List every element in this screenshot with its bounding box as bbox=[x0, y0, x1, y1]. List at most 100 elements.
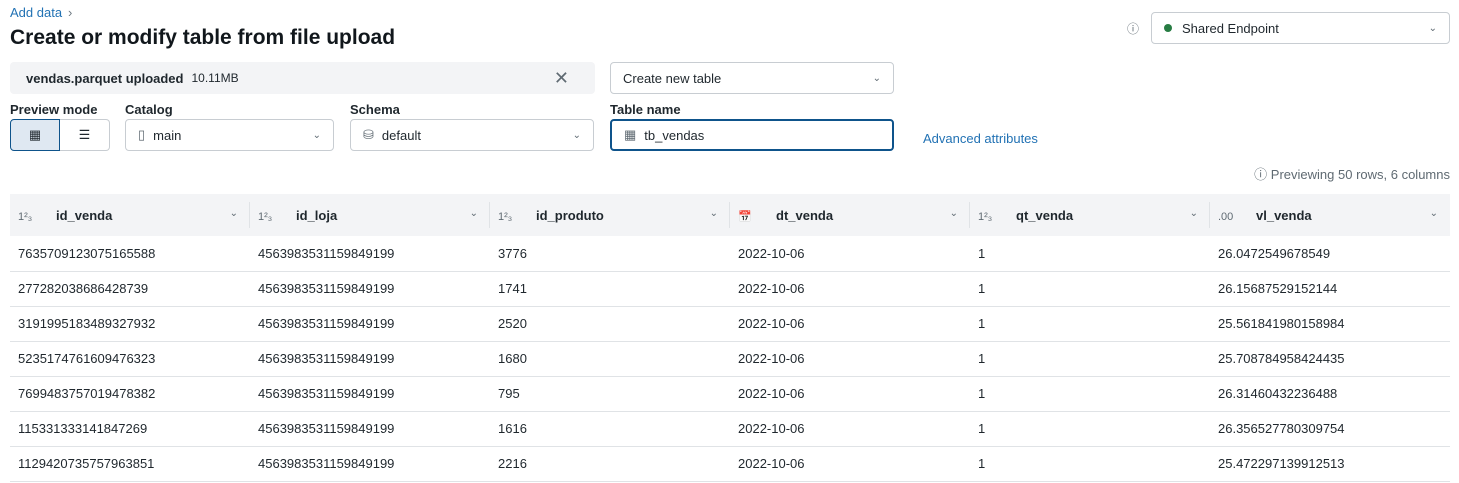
table-cell: 4563983531159849199 bbox=[250, 446, 490, 482]
table-cell: 2022-10-06 bbox=[730, 271, 970, 307]
table-row: 115331333141847269 4563983531159849199 161… bbox=[10, 411, 1450, 447]
table-cell: 5235174761609476323 bbox=[10, 341, 250, 377]
column-name: vl_venda bbox=[1256, 207, 1312, 223]
status-dot bbox=[1164, 24, 1172, 32]
table-cell: 2216 bbox=[490, 446, 730, 482]
chevron-down-icon[interactable]: ⌄ bbox=[950, 208, 958, 219]
chevron-down-icon[interactable]: ⌄ bbox=[710, 208, 718, 219]
table-cell: 1 bbox=[970, 446, 1210, 482]
chevron-down-icon: ⌄ bbox=[1428, 22, 1437, 34]
endpoint-label: Shared Endpoint bbox=[1182, 20, 1279, 36]
table-cell: 795 bbox=[490, 376, 730, 412]
table-cell: 1 bbox=[970, 236, 1210, 272]
table-cell: 2520 bbox=[490, 306, 730, 342]
page-title: Create or modify table from file upload bbox=[10, 26, 396, 49]
column-header-id_loja[interactable]: 1²₃ id_loja ⌄ bbox=[250, 194, 490, 236]
table-cell: 7635709123075165588 bbox=[10, 236, 250, 272]
info-icon: ⓘ bbox=[1254, 167, 1271, 182]
breadcrumb: Add data › bbox=[10, 5, 72, 20]
chevron-down-icon[interactable]: ⌄ bbox=[1430, 208, 1438, 219]
table-cell: 2022-10-06 bbox=[730, 446, 970, 482]
preview-mode-toggle: ▦ ☰ bbox=[10, 119, 110, 151]
type-icon: 1²₃ bbox=[498, 210, 513, 223]
table-cell: 3191995183489327932 bbox=[10, 306, 250, 342]
table-cell: 2022-10-06 bbox=[730, 341, 970, 377]
type-icon: 1²₃ bbox=[18, 210, 33, 223]
chevron-down-icon: ⌄ bbox=[312, 129, 321, 141]
catalog-icon: ▯ bbox=[138, 127, 146, 142]
table-cell: 2022-10-06 bbox=[730, 411, 970, 447]
column-header-id_venda[interactable]: 1²₃ id_venda ⌄ bbox=[10, 194, 250, 236]
schema-label: Schema bbox=[350, 102, 400, 117]
column-header-dt_venda[interactable]: 📅 dt_venda ⌄ bbox=[730, 194, 970, 236]
table-row: 277282038686428739 4563983531159849199 174… bbox=[10, 271, 1450, 307]
table-view-button[interactable]: ▦ bbox=[10, 119, 60, 151]
type-icon: 1²₃ bbox=[258, 210, 273, 223]
upload-size: 10.11MB bbox=[191, 71, 239, 85]
catalog-label: Catalog bbox=[125, 102, 173, 117]
table-cell: 25.561841980158984 bbox=[1210, 306, 1450, 342]
table-row: 5235174761609476323 4563983531159849199 16… bbox=[10, 341, 1450, 377]
catalog-value: main bbox=[153, 127, 182, 143]
chevron-down-icon: ⌄ bbox=[572, 129, 581, 141]
table-row: 7699483757019478382 4563983531159849199 79… bbox=[10, 376, 1450, 412]
table-row: 7635709123075165588 4563983531159849199 37… bbox=[10, 236, 1450, 272]
table-icon: ▦ bbox=[28, 127, 42, 142]
table-cell: 4563983531159849199 bbox=[250, 236, 490, 272]
type-icon: .00 bbox=[1218, 210, 1234, 223]
table-cell: 1 bbox=[970, 411, 1210, 447]
column-name: id_venda bbox=[56, 207, 113, 223]
table-cell: 25.472297139912513 bbox=[1210, 446, 1450, 482]
chevron-down-icon[interactable]: ⌄ bbox=[470, 208, 478, 219]
table-cell: 1616 bbox=[490, 411, 730, 447]
table-cell: 1 bbox=[970, 306, 1210, 342]
mode-select-value: Create new table bbox=[623, 70, 722, 86]
table-cell: 7699483757019478382 bbox=[10, 376, 250, 412]
table-row: 1129420735757963851 4563983531159849199 22… bbox=[10, 446, 1450, 482]
type-icon: 1²₃ bbox=[978, 210, 993, 223]
table-name-value: tb_vendas bbox=[644, 127, 705, 143]
close-icon[interactable]: ✕ bbox=[554, 68, 569, 89]
table-cell: 1 bbox=[970, 271, 1210, 307]
info-icon[interactable]: ⓘ bbox=[1127, 20, 1139, 37]
endpoint-select[interactable]: Shared Endpoint ⌄ bbox=[1151, 12, 1450, 44]
chevron-down-icon[interactable]: ⌄ bbox=[1190, 208, 1198, 219]
table-cell: 25.708784958424435 bbox=[1210, 341, 1450, 377]
table-cell: 115331333141847269 bbox=[10, 411, 250, 447]
upload-banner: vendas.parquet uploaded 10.11MB ✕ bbox=[10, 62, 595, 94]
table-name-input[interactable]: ▦ tb_vendas bbox=[610, 119, 894, 151]
table-cell: 277282038686428739 bbox=[10, 271, 250, 307]
chevron-down-icon: ⌄ bbox=[872, 72, 881, 84]
column-name: qt_venda bbox=[1016, 207, 1074, 223]
column-header-id_produto[interactable]: 1²₃ id_produto ⌄ bbox=[490, 194, 730, 236]
advanced-attributes-link[interactable]: Advanced attributes bbox=[923, 131, 1038, 146]
table-cell: 1680 bbox=[490, 341, 730, 377]
column-name: dt_venda bbox=[776, 207, 834, 223]
table-cell: 26.356527780309754 bbox=[1210, 411, 1450, 447]
table-cell: 26.0472549678549 bbox=[1210, 236, 1450, 272]
table-cell: 2022-10-06 bbox=[730, 306, 970, 342]
column-name: id_produto bbox=[536, 207, 604, 223]
column-header-vl_venda[interactable]: .00 vl_venda ⌄ bbox=[1210, 194, 1450, 236]
column-header-qt_venda[interactable]: 1²₃ qt_venda ⌄ bbox=[970, 194, 1210, 236]
table-cell: 2022-10-06 bbox=[730, 376, 970, 412]
schema-select[interactable]: ⛁ default ⌄ bbox=[350, 119, 594, 151]
chevron-down-icon[interactable]: ⌄ bbox=[230, 208, 238, 219]
table-cell: 1 bbox=[970, 376, 1210, 412]
catalog-select[interactable]: ▯ main ⌄ bbox=[125, 119, 334, 151]
table-cell: 4563983531159849199 bbox=[250, 411, 490, 447]
preview-mode-label: Preview mode bbox=[10, 102, 98, 117]
table-cell: 26.15687529152144 bbox=[1210, 271, 1450, 307]
preview-table: 1²₃ id_venda ⌄ 1²₃ id_loja ⌄ 1²₃ id_produto ⌄ 📅 dt… bbox=[10, 194, 1450, 482]
mode-select[interactable]: Create new table ⌄ bbox=[610, 62, 894, 94]
list-icon: ☰ bbox=[78, 127, 91, 142]
table-row: 3191995183489327932 4563983531159849199 25… bbox=[10, 306, 1450, 342]
table-cell: 3776 bbox=[490, 236, 730, 272]
breadcrumb-separator: › bbox=[68, 5, 73, 20]
table-header-row: 1²₃ id_venda ⌄ 1²₃ id_loja ⌄ 1²₃ id_produto ⌄ 📅 dt… bbox=[10, 194, 1450, 236]
database-icon: ⛁ bbox=[363, 127, 374, 142]
table-cell: 4563983531159849199 bbox=[250, 271, 490, 307]
breadcrumb-add-data[interactable]: Add data bbox=[10, 5, 62, 20]
list-view-button[interactable]: ☰ bbox=[60, 119, 110, 151]
schema-value: default bbox=[381, 127, 421, 143]
